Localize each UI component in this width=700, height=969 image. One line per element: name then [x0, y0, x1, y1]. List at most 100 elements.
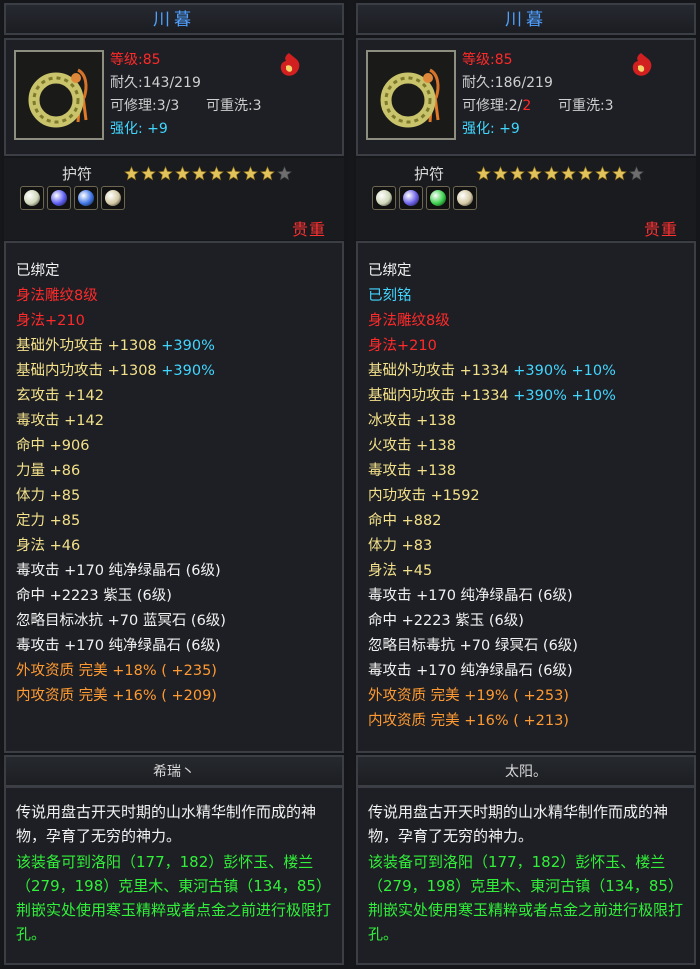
item-category: 护符	[414, 165, 445, 183]
lore-text: 传说用盘古开天时期的山水精华制作而成的神物，孕育了无穷的神力。	[368, 803, 669, 845]
stat-line: 已绑定	[368, 263, 412, 279]
item-tooltip-left: 川暮 等级:85 耐久:143/219 可修理:3/3 可重洗:3 强化: +9	[2, 0, 348, 969]
gem-socket-icon[interactable]	[74, 186, 98, 210]
stat-line: 已刻铭	[368, 288, 412, 304]
star-filled-icon	[493, 166, 508, 181]
item-durability: 耐久:143/219	[110, 75, 201, 91]
stat-line: 体力 +83	[368, 538, 433, 554]
gem-sockets	[20, 186, 125, 210]
stat-line: 身法雕纹8级	[368, 313, 450, 329]
repair-prefix: 可修理:2/	[462, 98, 523, 114]
lore-text: 传说用盘古开天时期的山水精华制作而成的神物，孕育了无穷的神力。	[16, 803, 317, 845]
item-name: 川暮	[356, 3, 696, 35]
stat-line: 内攻资质 完美 +16% ( +213)	[368, 713, 569, 729]
stat-line: 命中 +2223 紫玉 (6级)	[368, 613, 524, 629]
item-description: 传说用盘古开天时期的山水精华制作而成的神物，孕育了无穷的神力。 该装备可到洛阳（…	[356, 786, 696, 965]
gem-socket-icon[interactable]	[20, 186, 44, 210]
gem-socket-icon[interactable]	[453, 186, 477, 210]
item-level: 等级:85	[110, 52, 161, 68]
item-category: 护符	[62, 165, 93, 183]
gem-sockets	[372, 186, 477, 210]
star-filled-icon	[124, 166, 139, 181]
gem-socket-icon[interactable]	[47, 186, 71, 210]
stat-bonus: +390%	[156, 363, 215, 379]
owner-name: 希瑞丶	[4, 755, 344, 787]
item-level: 等级:85	[462, 52, 513, 68]
star-empty-icon	[629, 166, 644, 181]
enhance-value: +9	[147, 121, 168, 137]
stat-line: 定力 +85	[16, 513, 81, 529]
item-header: 等级:85 耐久:143/219 可修理:3/3 可重洗:3 强化: +9	[4, 38, 344, 156]
stat-line: 命中 +882	[368, 513, 442, 529]
stat-line: 外攻资质 完美 +19% ( +253)	[368, 688, 569, 704]
bound-badge-icon	[280, 53, 300, 76]
stat-line: 毒攻击 +170 纯净绿晶石 (6级)	[16, 638, 221, 654]
stat-line: 毒攻击 +170 纯净绿晶石 (6级)	[368, 588, 573, 604]
item-name: 川暮	[4, 3, 344, 35]
gem-socket-icon[interactable]	[399, 186, 423, 210]
stat-line: 身法 +46	[16, 538, 81, 554]
stat-line: 毒攻击 +142	[16, 413, 104, 429]
item-grade: 贵重	[291, 220, 326, 239]
stat-line: 已绑定	[16, 263, 60, 279]
item-tooltip-right: 川暮 等级:85 耐久:186/219 可修理:2/2 可重洗:3 强化: +9	[354, 0, 700, 969]
star-filled-icon	[527, 166, 542, 181]
star-filled-icon	[226, 166, 241, 181]
stat-line: 身法+210	[368, 338, 437, 354]
bound-badge-icon	[632, 53, 652, 76]
item-repair-rewash: 可修理:3/3 可重洗:3	[110, 95, 262, 118]
stat-line: 基础内功攻击 +1334 +390% +10%	[368, 388, 616, 404]
item-enhance: 强化: +9	[110, 118, 262, 141]
stat-line: 基础外功攻击 +1334 +390% +10%	[368, 363, 616, 379]
stat-line: 忽略目标冰抗 +70 蓝冥石 (6级)	[16, 613, 226, 629]
enhance-label: 强化:	[462, 121, 495, 137]
stat-line: 外攻资质 完美 +18% ( +235)	[16, 663, 217, 679]
stat-line: 毒攻击 +170 纯净绿晶石 (6级)	[16, 563, 221, 579]
stat-line: 身法 +45	[368, 563, 433, 579]
stat-line: 命中 +906	[16, 438, 90, 454]
amulet-icon[interactable]	[14, 50, 104, 140]
item-repair: 可修理:3/3	[110, 98, 180, 114]
gem-socket-icon[interactable]	[101, 186, 125, 210]
star-filled-icon	[192, 166, 207, 181]
star-filled-icon	[510, 166, 525, 181]
item-grade: 贵重	[643, 220, 678, 239]
star-filled-icon	[595, 166, 610, 181]
enhance-label: 强化:	[110, 121, 143, 137]
stat-bonus: +390% +10%	[508, 388, 616, 404]
stat-list: 已绑定已刻铭身法雕纹8级 身法+210 基础外功攻击 +1334 +390% +10…	[368, 259, 616, 734]
stat-panel: 已绑定 身法雕纹8级 身法+210 基础外功攻击 +1308 +390% 基础内功攻击 …	[4, 241, 344, 753]
item-slot-row: 护符 贵重	[4, 158, 344, 240]
amulet-icon[interactable]	[366, 50, 456, 140]
stat-list: 已绑定 身法雕纹8级 身法+210 基础外功攻击 +1308 +390% 基础内功攻击 …	[16, 259, 226, 709]
stat-panel: 已绑定已刻铭身法雕纹8级 身法+210 基础外功攻击 +1334 +390% +10…	[356, 241, 696, 753]
item-header: 等级:85 耐久:186/219 可修理:2/2 可重洗:3 强化: +9	[356, 38, 696, 156]
item-repair-rewash: 可修理:2/2 可重洗:3	[462, 95, 614, 118]
star-filled-icon	[544, 166, 559, 181]
item-description: 传说用盘古开天时期的山水精华制作而成的神物，孕育了无穷的神力。 该装备可到洛阳（…	[4, 786, 344, 965]
stat-line: 基础内功攻击 +1308 +390%	[16, 363, 215, 379]
stat-bonus: +390% +10%	[508, 363, 616, 379]
star-filled-icon	[578, 166, 593, 181]
star-filled-icon	[175, 166, 190, 181]
gem-socket-icon[interactable]	[426, 186, 450, 210]
socket-hint-text: 该装备可到洛阳（177，182）彭怀玉、楼兰（279，198）克里木、東河古镇（…	[16, 853, 332, 943]
star-empty-icon	[277, 166, 292, 181]
enhance-value: +9	[499, 121, 520, 137]
repair-remaining: 2	[522, 98, 532, 114]
item-enhance: 强化: +9	[462, 118, 614, 141]
gem-socket-icon[interactable]	[372, 186, 396, 210]
item-rewash: 可重洗:3	[205, 98, 262, 114]
stat-line: 力量 +86	[16, 463, 81, 479]
stat-line: 基础外功攻击 +1308 +390%	[16, 338, 215, 354]
stat-bonus: +390%	[156, 338, 215, 354]
item-slot-row: 护符 贵重	[356, 158, 696, 240]
item-repair: 可修理:2/2	[462, 98, 531, 114]
stat-line: 毒攻击 +138	[368, 463, 456, 479]
stat-line: 内攻资质 完美 +16% ( +209)	[16, 688, 217, 704]
item-rewash: 可重洗:3	[557, 98, 614, 114]
stat-line: 忽略目标毒抗 +70 绿冥石 (6级)	[368, 638, 578, 654]
star-rating	[124, 166, 292, 181]
star-filled-icon	[141, 166, 156, 181]
star-filled-icon	[209, 166, 224, 181]
